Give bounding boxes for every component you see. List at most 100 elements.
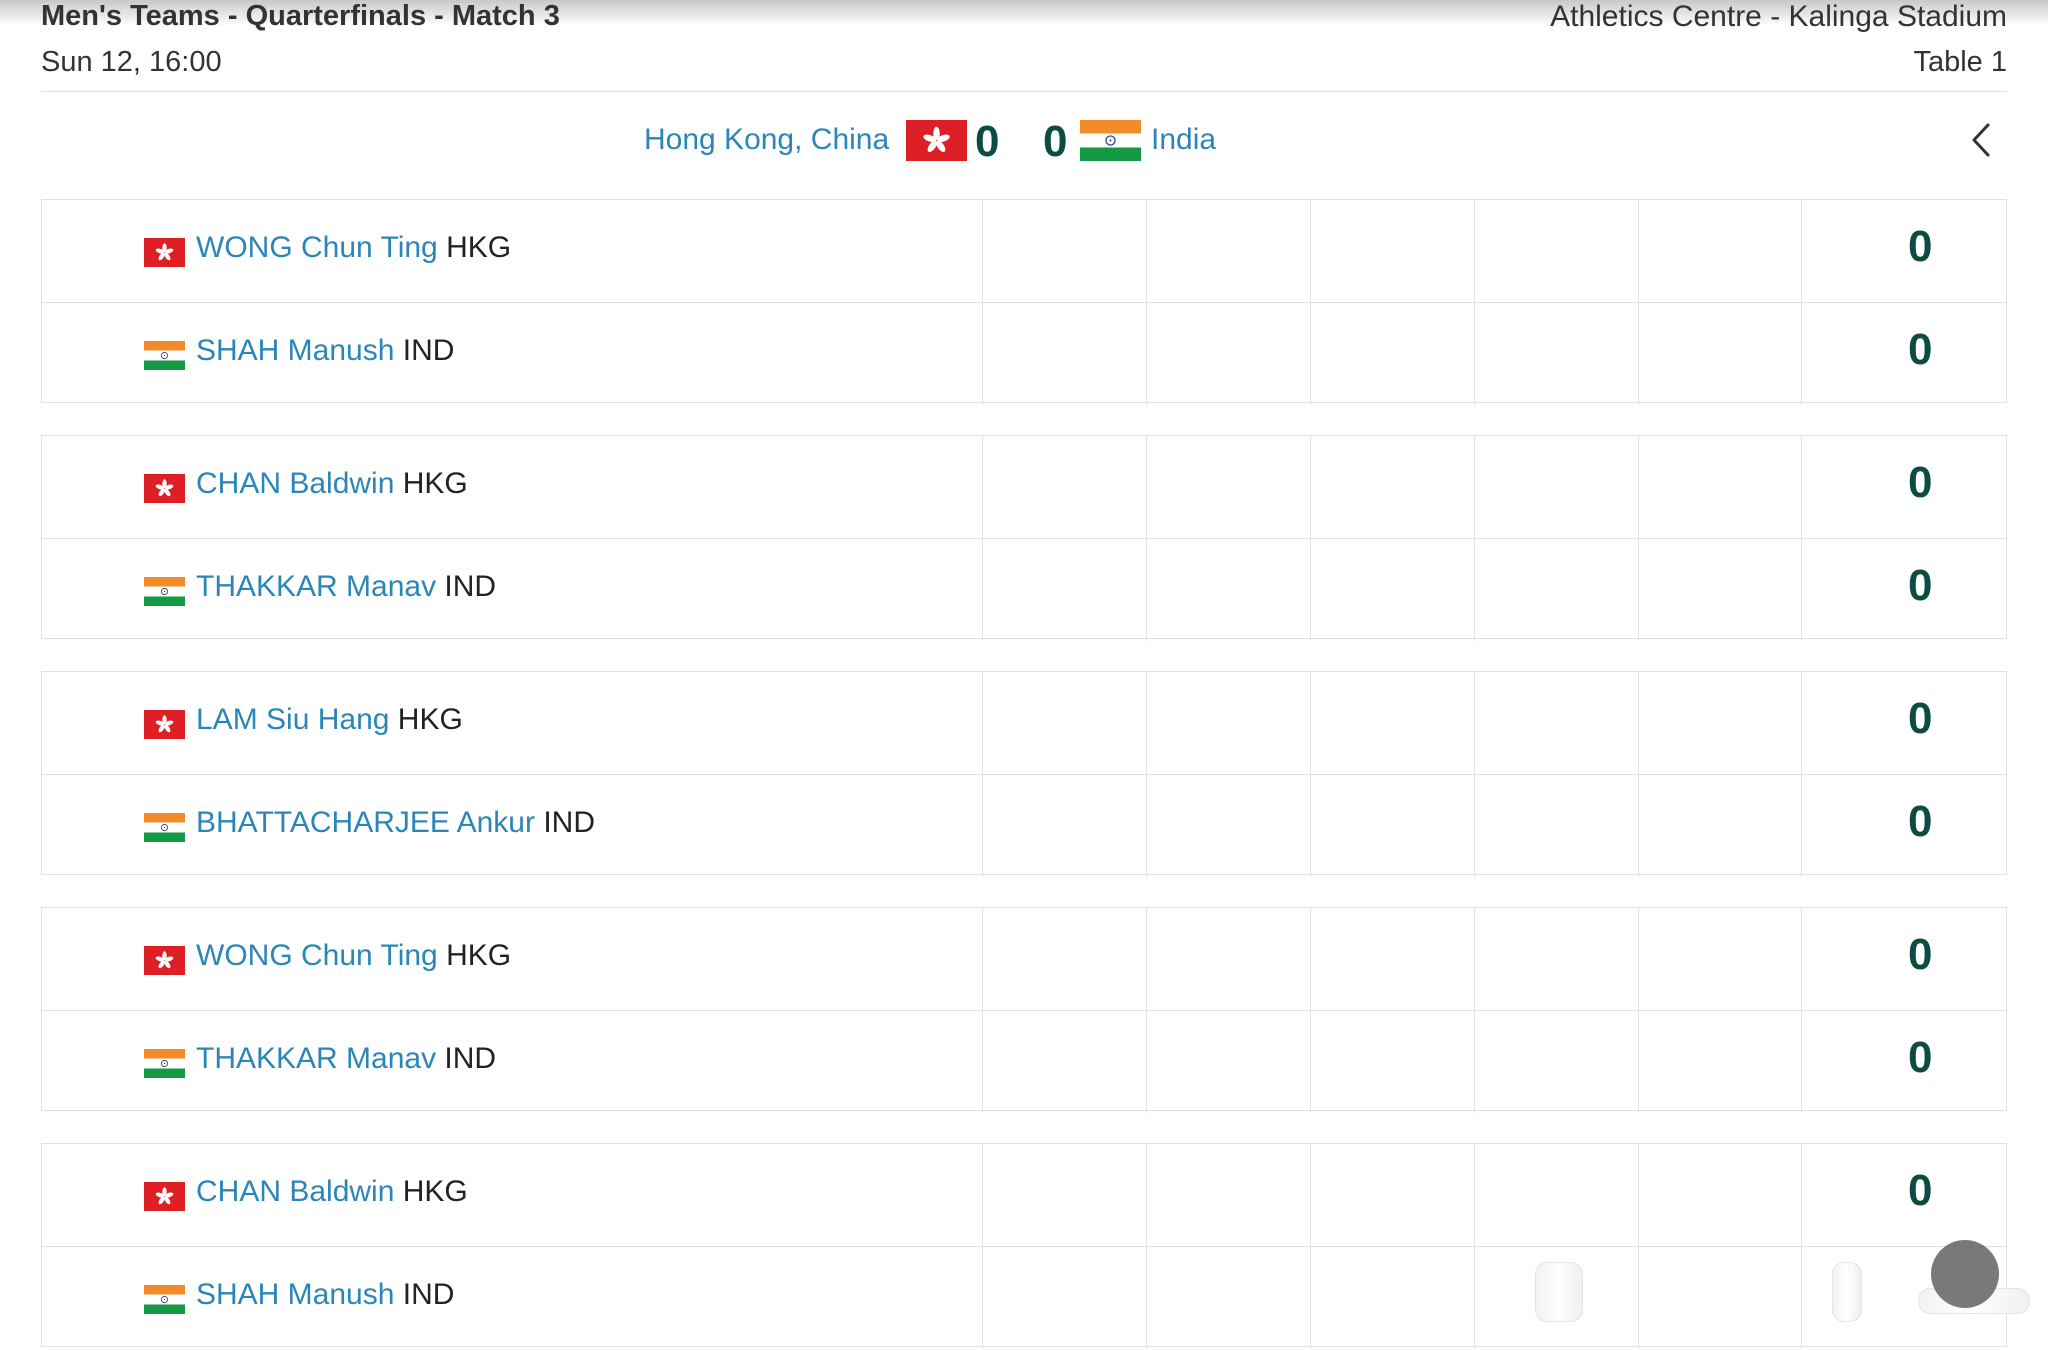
column-divider: [1638, 539, 1639, 641]
column-divider: [1474, 672, 1475, 774]
india-flag-icon: [1080, 120, 1141, 161]
column-divider: [1310, 1247, 1311, 1349]
home-team-link[interactable]: Hong Kong, China: [644, 123, 889, 157]
column-divider: [1146, 672, 1147, 774]
player-score: 0: [1908, 797, 1933, 846]
player-row: CHAN Baldwin HKG 0: [42, 1144, 2006, 1246]
player-name-link[interactable]: LAM Siu Hang HKG: [196, 703, 463, 737]
player-row: WONG Chun Ting HKG 0: [42, 200, 2006, 302]
column-divider: [1801, 539, 1802, 641]
player-name[interactable]: WONG Chun Ting: [196, 231, 438, 264]
player-row: THAKKAR Manav IND 0: [42, 1010, 2006, 1113]
column-divider: [982, 539, 983, 641]
away-team-score: 0: [1043, 117, 1068, 166]
away-team-link[interactable]: India: [1151, 123, 1216, 157]
column-divider: [1474, 1144, 1475, 1246]
column-divider: [1801, 1011, 1802, 1113]
column-divider: [1801, 1247, 1802, 1349]
india-flag-icon: [144, 1285, 185, 1314]
column-divider: [1310, 200, 1311, 302]
column-divider: [1474, 436, 1475, 538]
column-divider: [982, 908, 983, 1010]
player-name[interactable]: LAM Siu Hang: [196, 703, 389, 736]
header-divider: [41, 91, 2007, 92]
hong-kong-flag-icon: [144, 474, 185, 503]
column-divider: [1310, 539, 1311, 641]
player-name-link[interactable]: WONG Chun Ting HKG: [196, 939, 511, 973]
column-divider: [1638, 1011, 1639, 1113]
column-divider: [1801, 200, 1802, 302]
player-name-link[interactable]: CHAN Baldwin HKG: [196, 467, 468, 501]
player-row: CHAN Baldwin HKG 0: [42, 436, 2006, 538]
player-score: 0: [1908, 458, 1933, 507]
country-code: HKG: [402, 467, 468, 500]
column-divider: [1146, 303, 1147, 405]
player-name[interactable]: CHAN Baldwin: [196, 1175, 394, 1208]
player-score: 0: [1908, 325, 1933, 374]
column-divider: [1310, 908, 1311, 1010]
player-score: 0: [1908, 561, 1933, 610]
column-divider: [1638, 1247, 1639, 1349]
column-divider: [1638, 1144, 1639, 1246]
hong-kong-flag-icon: [144, 946, 185, 975]
column-divider: [1474, 200, 1475, 302]
player-name-link[interactable]: WONG Chun Ting HKG: [196, 231, 511, 265]
player-name[interactable]: SHAH Manush: [196, 334, 394, 367]
column-divider: [1310, 1011, 1311, 1113]
column-divider: [1474, 539, 1475, 641]
column-divider: [982, 436, 983, 538]
column-divider: [1638, 672, 1639, 774]
column-divider: [1310, 672, 1311, 774]
back-button[interactable]: [1962, 113, 2002, 167]
match-block: CHAN Baldwin HKG 0 THAKKAR Manav IND 0: [41, 435, 2007, 641]
india-flag-icon: [144, 813, 185, 842]
match-datetime: Sun 12, 16:00: [41, 46, 222, 78]
column-divider: [1146, 539, 1147, 641]
player-score: 0: [1908, 1033, 1933, 1082]
country-code: IND: [402, 334, 455, 367]
overlay-artifact: [1535, 1262, 1583, 1322]
home-team-score: 0: [975, 117, 1000, 166]
column-divider: [1310, 775, 1311, 877]
column-divider: [1474, 1247, 1475, 1349]
player-score: 0: [1908, 1166, 1933, 1215]
player-name-link[interactable]: SHAH Manush IND: [196, 334, 454, 368]
player-name[interactable]: CHAN Baldwin: [196, 467, 394, 500]
hong-kong-flag-icon: [144, 710, 185, 739]
chevron-left-icon: [1972, 123, 1990, 157]
column-divider: [1801, 908, 1802, 1010]
column-divider: [982, 672, 983, 774]
scroll-top-button[interactable]: [1931, 1240, 1999, 1308]
country-code: HKG: [402, 1175, 468, 1208]
column-divider: [1638, 775, 1639, 877]
player-name-link[interactable]: THAKKAR Manav IND: [196, 570, 496, 604]
player-name-link[interactable]: CHAN Baldwin HKG: [196, 1175, 468, 1209]
column-divider: [1146, 775, 1147, 877]
player-name[interactable]: THAKKAR Manav: [196, 570, 436, 603]
player-score: 0: [1908, 222, 1933, 271]
column-divider: [1146, 908, 1147, 1010]
player-name-link[interactable]: BHATTACHARJEE Ankur IND: [196, 806, 595, 840]
column-divider: [1801, 775, 1802, 877]
player-name-link[interactable]: THAKKAR Manav IND: [196, 1042, 496, 1076]
player-row: WONG Chun Ting HKG 0: [42, 908, 2006, 1010]
column-divider: [1146, 1011, 1147, 1113]
player-score: 0: [1908, 694, 1933, 743]
column-divider: [982, 1247, 983, 1349]
india-flag-icon: [144, 1049, 185, 1078]
player-name-link[interactable]: SHAH Manush IND: [196, 1278, 454, 1312]
column-divider: [982, 1144, 983, 1246]
player-name[interactable]: SHAH Manush: [196, 1278, 394, 1311]
team-scoreline: Hong Kong, China 0 0 India: [0, 113, 2048, 173]
player-name[interactable]: BHATTACHARJEE Ankur: [196, 806, 535, 839]
match-block: WONG Chun Ting HKG 0 SHAH Manush IND 0: [41, 199, 2007, 405]
country-code: IND: [402, 1278, 455, 1311]
player-score: 0: [1908, 930, 1933, 979]
player-row: SHAH Manush IND: [42, 1246, 2006, 1349]
venue-label: Athletics Centre - Kalinga Stadium: [1550, 0, 2007, 33]
column-divider: [1146, 1144, 1147, 1246]
player-row: BHATTACHARJEE Ankur IND 0: [42, 774, 2006, 877]
player-name[interactable]: WONG Chun Ting: [196, 939, 438, 972]
column-divider: [982, 303, 983, 405]
player-name[interactable]: THAKKAR Manav: [196, 1042, 436, 1075]
